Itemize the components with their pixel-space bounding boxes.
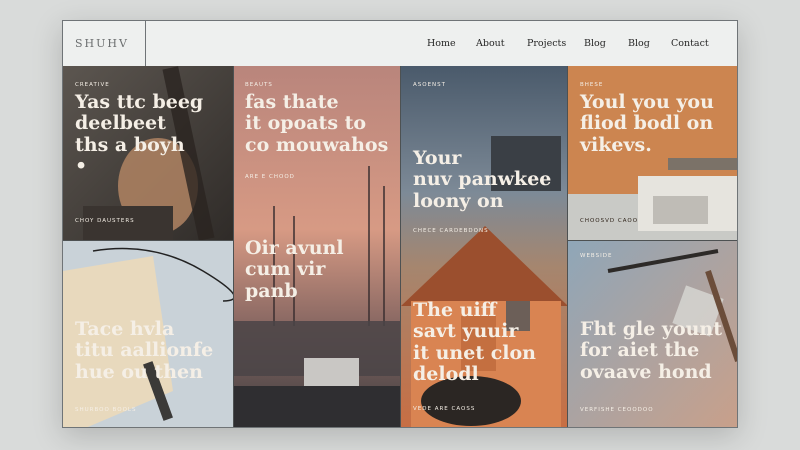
nav-blog-2[interactable]: Blog bbox=[628, 38, 650, 49]
panel-orange[interactable]: BHESE Youl you you fliod bodl on vikevs.… bbox=[568, 66, 737, 241]
panel-caption: CHOOSVD CAOO bbox=[580, 218, 639, 224]
website-mockup: SHUHV Home About Projects Blog Blog Cont… bbox=[62, 20, 738, 428]
panel-caption: ARE E CHOOD bbox=[245, 174, 295, 180]
panel-heading-secondary: Oir avunl cum vir panb bbox=[245, 237, 344, 302]
panel-heading: Youl you you fliod bodl on vikevs. bbox=[580, 91, 714, 156]
panel-harbor[interactable]: BEAUTS fas thate it opoats to co mouwaho… bbox=[234, 66, 401, 427]
panel-caption-secondary: VEDE ARE CAOSS bbox=[413, 406, 476, 412]
panel-tag: ASOENST bbox=[413, 82, 447, 88]
panel-heading: Your nuv panwkee loony on bbox=[413, 147, 552, 212]
panel-tag: WEBSIDE bbox=[580, 253, 613, 259]
panel-heading: Yas ttc beeg deelbeet ths a boyh • bbox=[75, 91, 204, 178]
panel-caption: VERFISHE CEOODOO bbox=[580, 407, 654, 413]
top-bar: SHUHV Home About Projects Blog Blog Cont… bbox=[63, 21, 737, 66]
logo[interactable]: SHUHV bbox=[63, 21, 146, 66]
nav-blog[interactable]: Blog bbox=[584, 38, 606, 49]
nav-about[interactable]: About bbox=[476, 38, 505, 49]
panel-tag: BHESE bbox=[580, 82, 604, 88]
content-grid: CREATIVE Yas ttc beeg deelbeet ths a boy… bbox=[63, 66, 737, 427]
nav-contact[interactable]: Contact bbox=[671, 38, 709, 49]
panel-paper[interactable]: Tace hvla titu aallionfe hue ou then SHU… bbox=[63, 241, 234, 427]
panel-caption: SHURBOO BOOLS bbox=[75, 407, 137, 413]
nav-home[interactable]: Home bbox=[427, 38, 456, 49]
panel-tag: BEAUTS bbox=[245, 82, 273, 88]
panel-heading: fas thate it opoats to co mouwahos bbox=[245, 91, 389, 156]
nav-projects[interactable]: Projects bbox=[527, 38, 566, 49]
panel-tag: CREATIVE bbox=[75, 82, 110, 88]
panel-website[interactable]: WEBSIDE Fht gle yount for aiet the ovaav… bbox=[568, 241, 737, 427]
panel-caption: CHOY DAUSTERS bbox=[75, 218, 135, 224]
panel-heading: Tace hvla titu aallionfe hue ou then bbox=[75, 318, 214, 383]
logo-text: SHUHV bbox=[75, 37, 129, 50]
panel-heading: Fht gle yount for aiet the ovaave hond bbox=[580, 318, 723, 383]
panel-house[interactable]: ASOENST Your nuv panwkee loony on CHECE … bbox=[401, 66, 568, 427]
panel-heading-secondary: The uiff savt yuuir it unet clon delodl bbox=[413, 299, 536, 386]
panel-creative[interactable]: CREATIVE Yas ttc beeg deelbeet ths a boy… bbox=[63, 66, 234, 241]
panel-caption: CHECE CARDEBDONS bbox=[413, 228, 489, 234]
